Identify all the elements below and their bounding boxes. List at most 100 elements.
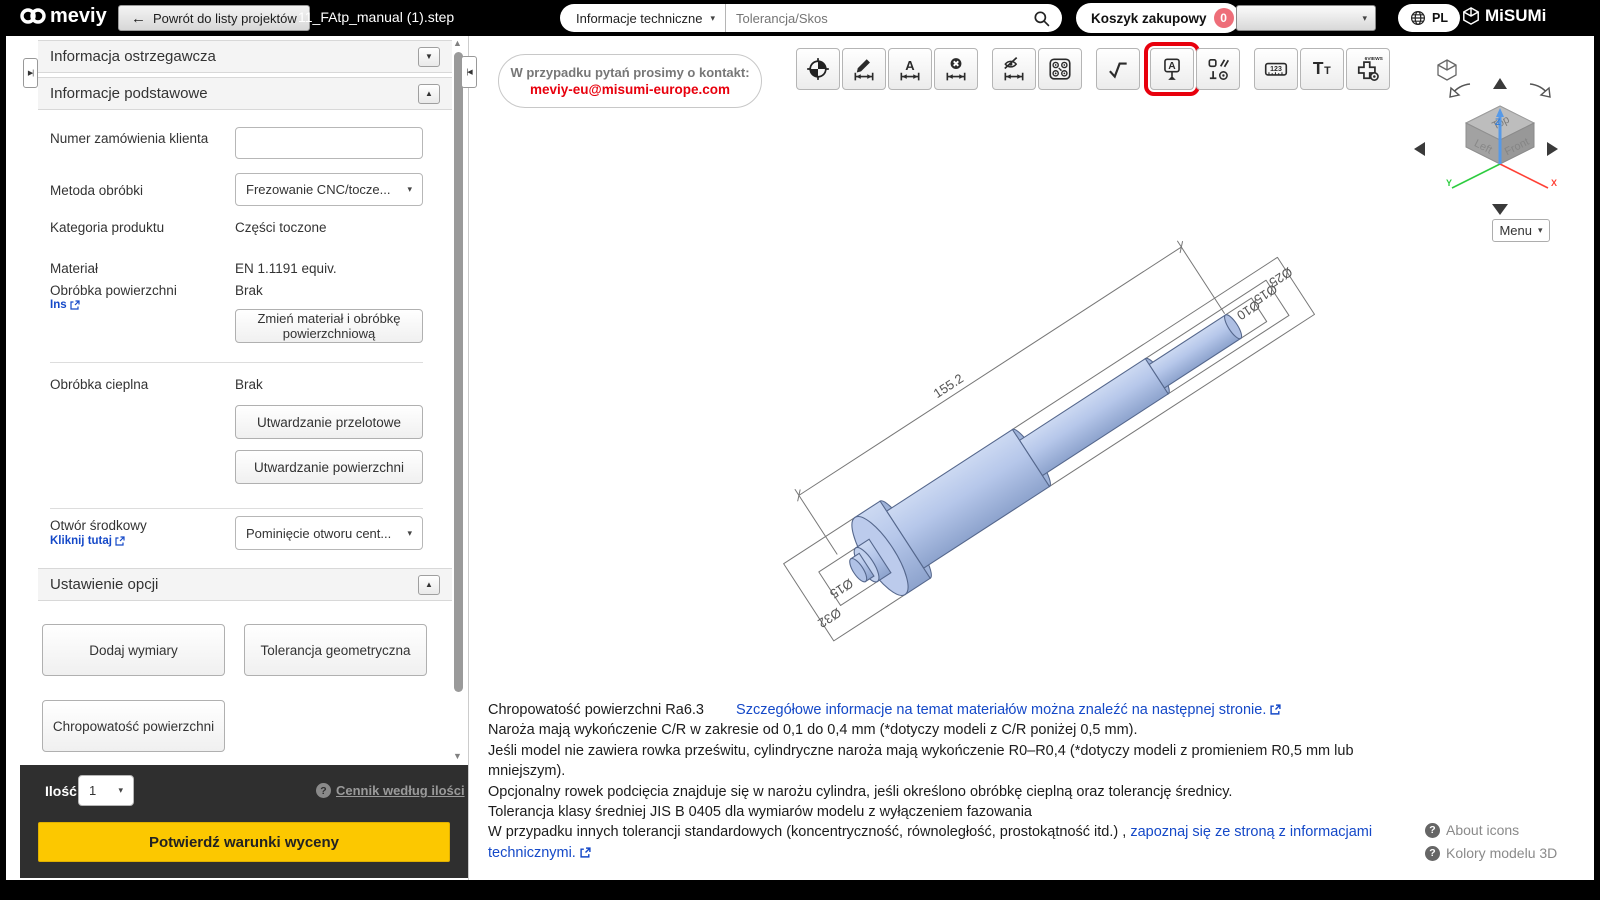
surface-hardening-button[interactable]: Utwardzanie powierzchni (235, 450, 423, 484)
center-hole-select[interactable]: Pominięcie otworu cent... ▾ (235, 516, 423, 550)
external-link-icon (70, 300, 80, 310)
section-header-basic-info[interactable]: Informacje podstawowe ▲ (38, 77, 452, 110)
hole-pattern-icon[interactable] (1038, 48, 1082, 90)
note-line-4: mniejszym). (488, 761, 1328, 781)
note-line-8: technicznymi. (488, 843, 1328, 863)
ins-link[interactable]: Ins (50, 299, 80, 311)
surface-check-icon[interactable] (1096, 48, 1140, 90)
panel-expand-handle[interactable]: ▶| (23, 58, 38, 88)
search-category-dropdown[interactable]: Informacje techniczne ▾ (560, 4, 725, 32)
datum-target-icon[interactable] (796, 48, 840, 90)
hide-dimension-icon[interactable] (992, 48, 1036, 90)
search-bar: Informacje techniczne ▾ (560, 4, 1062, 32)
datum-label-icon[interactable]: A (1150, 48, 1194, 90)
search-input[interactable] (726, 11, 1033, 26)
help-links: ? About icons ? Kolory modelu 3D (1425, 822, 1557, 861)
cart-label: Koszyk zakupowy (1091, 11, 1207, 26)
external-link-icon (115, 536, 125, 546)
svg-text:T: T (1324, 65, 1331, 77)
chevron-down-icon: ▾ (118, 785, 123, 796)
chevron-down-icon: ▾ (710, 13, 715, 24)
note-line-7: W przypadku innych tolerancji standardow… (488, 822, 1328, 842)
six-views-icon[interactable]: 6VIEWS (1346, 48, 1390, 90)
divider (50, 362, 423, 363)
note-line-1: Chropowatość powierzchni Ra6.3 Szczegóło… (488, 700, 1328, 720)
meviy-logo[interactable]: meviy (18, 4, 107, 28)
chevron-down-icon: ▾ (407, 184, 412, 195)
text-size-icon[interactable]: TT (1300, 48, 1344, 90)
filename: 11_FAtp_manual (1).step (298, 9, 454, 25)
search-category-label: Informacje techniczne (576, 11, 702, 26)
collapse-toggle-up-icon[interactable]: ▲ (418, 84, 440, 104)
language-label: PL (1432, 11, 1448, 25)
topbar-select[interactable]: ▾ (1236, 5, 1376, 31)
search-icon[interactable] (1033, 10, 1050, 27)
order-number-input[interactable] (235, 127, 423, 159)
geometric-tolerance-button[interactable]: Tolerancja geometryczna (244, 624, 427, 676)
category-value: Części toczone (235, 220, 327, 235)
collapse-toggle-down-icon[interactable]: ▼ (418, 47, 440, 67)
ins-link-label: Ins (50, 299, 67, 311)
panel-collapse-handle[interactable]: |◀ (461, 56, 477, 88)
misumi-logo[interactable]: MiSUMi (1462, 6, 1546, 26)
cart-count-badge: 0 (1214, 8, 1234, 28)
warning-header-label: Informacja ostrzegawcza (50, 48, 216, 65)
surface-roughness-button[interactable]: Chropowatość powierzchni (42, 700, 225, 752)
quantity-select[interactable]: 1 ▾ (78, 775, 134, 806)
basic-header-label: Informacje podstawowe (50, 85, 208, 102)
model-colors-link[interactable]: ? Kolory modelu 3D (1425, 845, 1557, 861)
surface-treatment-value: Brak (235, 283, 263, 298)
materials-info-link[interactable]: Szczegółowe informacje na temat materiał… (736, 702, 1281, 718)
section-header-options[interactable]: Ustawienie opcji ▲ (38, 568, 452, 601)
back-to-projects-button[interactable]: ← Powrót do listy projektów (118, 5, 310, 31)
roughness-note: Chropowatość powierzchni Ra6.3 (488, 702, 704, 718)
cart-button[interactable]: Koszyk zakupowy 0 (1076, 3, 1240, 33)
geometric-tolerance-icon[interactable] (1196, 48, 1240, 90)
method-value: Frezowanie CNC/tocze... (246, 182, 391, 197)
length-dimension: 155.2 (931, 371, 966, 401)
question-icon: ? (1425, 823, 1440, 838)
tilt-up-arrow[interactable] (1493, 78, 1507, 89)
note-line-6: Tolerancja klasy średniej JIS B 0405 dla… (488, 802, 1328, 822)
model-3d-view[interactable]: 155.2 Ø10 Ø15 Ø25 Ø15 Ø32 (470, 96, 1594, 700)
meviy-logo-icon (18, 4, 48, 28)
notes-block: Chropowatość powierzchni Ra6.3 Szczegóło… (488, 700, 1328, 863)
change-material-button[interactable]: Zmień materiał i obróbkę powierzchniową (235, 309, 423, 343)
contact-email[interactable]: meviy-eu@misumi-europe.com (530, 82, 730, 97)
scroll-up-arrow[interactable]: ▲ (453, 38, 462, 48)
cube-home-icon[interactable] (1438, 60, 1456, 80)
question-icon: ? (316, 783, 331, 798)
material-value: EN 1.1191 equiv. (235, 261, 337, 276)
measure-ruler-icon[interactable]: 123 (1254, 48, 1298, 90)
scroll-down-arrow[interactable]: ▼ (453, 751, 462, 761)
collapse-toggle-up-icon[interactable]: ▲ (418, 575, 440, 595)
text-dimension-icon[interactable]: A (888, 48, 932, 90)
question-icon: ? (1425, 846, 1440, 861)
pricing-link-label: Cennik według ilości (336, 783, 465, 798)
through-hardening-button[interactable]: Utwardzanie przelotowe (235, 405, 423, 439)
add-dimensions-button[interactable]: Dodaj wymiary (42, 624, 225, 676)
method-select[interactable]: Frezowanie CNC/tocze... ▾ (235, 173, 423, 206)
chevron-down-icon: ▾ (407, 528, 412, 539)
technical-info-link[interactable]: zapoznaj się ze stroną z informacjami (1130, 824, 1372, 840)
technical-info-link-2[interactable]: technicznymi. (488, 845, 576, 861)
external-link-icon (1270, 704, 1281, 715)
language-button[interactable]: PL (1398, 4, 1460, 32)
confirm-quote-button[interactable]: Potwierdź warunki wyceny (38, 822, 450, 862)
svg-text:A: A (1168, 61, 1176, 72)
center-hole-link[interactable]: Kliknij tutaj (50, 535, 125, 547)
dimension-lines (753, 200, 1321, 641)
sidebar-scrollbar-thumb[interactable] (454, 52, 463, 692)
misumi-logo-text: MiSUMi (1485, 6, 1546, 26)
add-dimension-icon[interactable] (842, 48, 886, 90)
pricing-by-quantity-link[interactable]: ? Cennik według ilości (316, 783, 465, 798)
contact-prompt: W przypadku pytań prosimy o kontakt: (510, 65, 749, 80)
shaft-model[interactable] (829, 286, 1262, 612)
external-link-icon (580, 847, 591, 858)
delete-dimension-icon[interactable] (934, 48, 978, 90)
material-label: Materiał (50, 261, 98, 276)
divider (50, 508, 423, 509)
order-number-label: Numer zamówienia klienta (50, 131, 208, 146)
about-icons-link[interactable]: ? About icons (1425, 822, 1557, 838)
section-header-warning[interactable]: Informacja ostrzegawcza ▼ (38, 40, 452, 73)
